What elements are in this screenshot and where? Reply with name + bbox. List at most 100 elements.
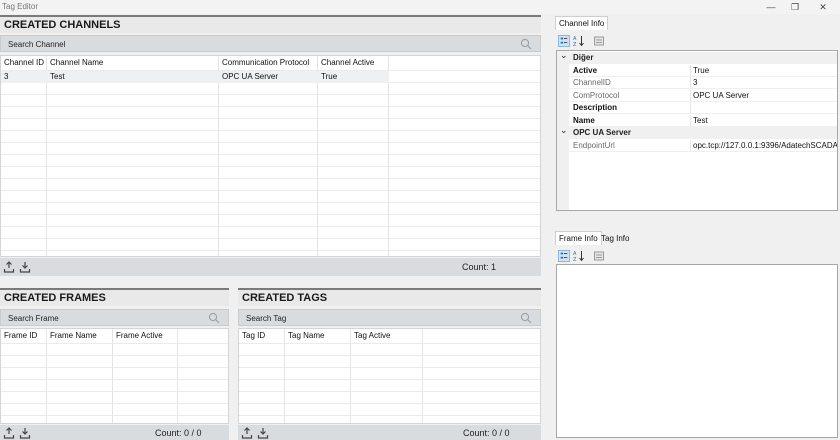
property-toolbar-lower: AZ <box>557 249 617 263</box>
channel-search-input[interactable]: Search Channel <box>0 35 541 52</box>
column-header[interactable]: Tag ID <box>239 329 285 343</box>
close-button[interactable]: ✕ <box>806 0 840 14</box>
property-row[interactable]: EndpointUrl opc.tcp://127.0.0.1:9396/Adat… <box>557 139 837 152</box>
import-icon[interactable] <box>19 427 31 439</box>
property-row[interactable]: Name Test <box>557 114 837 127</box>
tab-tag-info[interactable]: Tag Info <box>598 232 632 246</box>
sort-az-icon[interactable]: AZ <box>573 35 585 47</box>
frame-property-grid[interactable] <box>556 264 838 438</box>
tag-search-label: Search Tag <box>246 314 287 323</box>
property-value[interactable]: Test <box>693 115 837 127</box>
row-divider <box>239 367 540 368</box>
channels-section-title: CREATED CHANNELS <box>0 15 541 33</box>
tags-section-title: CREATED TAGS <box>238 288 541 306</box>
row-divider <box>239 403 540 404</box>
column-header[interactable]: Channel ID <box>1 56 47 70</box>
tags-grid[interactable]: Tag ID Tag Name Tag Active <box>238 328 541 424</box>
property-pages-icon[interactable] <box>593 35 605 47</box>
column-header[interactable]: Tag Active <box>351 329 423 343</box>
row-divider <box>239 355 540 356</box>
row-divider <box>1 355 228 356</box>
property-divider <box>690 64 691 76</box>
property-row[interactable]: Active True <box>557 64 837 77</box>
property-category-label: Diğer <box>573 53 594 62</box>
column-header[interactable]: Frame ID <box>1 329 47 343</box>
channels-grid[interactable]: Channel ID Channel Name Communication Prot… <box>0 55 541 257</box>
property-divider <box>690 89 691 101</box>
property-row[interactable]: ChannelID 3 <box>557 77 837 89</box>
row-divider <box>1 94 540 95</box>
property-category-label: OPC UA Server <box>573 128 631 137</box>
column-header[interactable]: Communication Protocol <box>219 56 318 70</box>
import-icon[interactable] <box>19 261 31 273</box>
import-icon[interactable] <box>257 427 269 439</box>
row-divider <box>1 178 540 179</box>
property-value[interactable]: 3 <box>693 77 837 89</box>
row-divider <box>1 214 540 215</box>
property-row[interactable]: Description <box>557 102 837 114</box>
frames-grid[interactable]: Frame ID Frame Name Frame Active <box>0 328 229 424</box>
tags-count: Count: 0 / 0 <box>463 428 510 438</box>
row-divider <box>1 379 228 380</box>
export-icon[interactable] <box>3 427 15 439</box>
svg-text:Z: Z <box>573 257 577 262</box>
column-header[interactable]: Tag Name <box>285 329 351 343</box>
categorized-icon[interactable] <box>558 250 570 262</box>
svg-text:Z: Z <box>573 42 577 47</box>
row-divider <box>1 415 228 416</box>
title-bar: Tag Editor — ❐ ✕ <box>0 0 840 14</box>
channels-footer: Count: 1 <box>0 258 541 276</box>
property-category[interactable]: ⌄ Diğer <box>557 51 837 64</box>
row-divider <box>1 142 540 143</box>
search-icon[interactable] <box>520 312 532 324</box>
chevron-down-icon[interactable]: ⌄ <box>560 124 568 136</box>
chevron-down-icon[interactable]: ⌄ <box>560 51 568 61</box>
channel-property-grid[interactable]: ⌄ Diğer Active True ChannelID 3 ComProtocol OPC… <box>556 50 838 211</box>
channels-count: Count: 1 <box>462 262 497 272</box>
frame-search-label: Search Frame <box>8 314 59 323</box>
categorized-icon[interactable] <box>558 35 570 47</box>
row-divider <box>1 130 540 131</box>
row-divider <box>239 379 540 380</box>
export-icon[interactable] <box>241 427 253 439</box>
tab-frame-info[interactable]: Frame Info <box>555 231 602 245</box>
column-header[interactable]: Frame Active <box>113 329 178 343</box>
property-key: EndpointUrl <box>573 140 615 150</box>
row-divider <box>1 166 540 167</box>
tags-footer: Count: 0 / 0 <box>238 425 541 440</box>
property-key: ComProtocol <box>573 90 620 100</box>
property-value[interactable]: OPC UA Server <box>693 90 837 102</box>
table-cell: 3 <box>4 72 9 81</box>
property-category[interactable]: ⌄ OPC UA Server <box>557 124 837 139</box>
property-row[interactable]: ComProtocol OPC UA Server <box>557 89 837 102</box>
export-icon[interactable] <box>3 261 15 273</box>
row-divider <box>239 391 540 392</box>
row-divider <box>239 343 540 344</box>
tag-search-input[interactable]: Search Tag <box>238 309 541 326</box>
property-divider <box>690 139 691 151</box>
table-cell: Test <box>50 72 65 81</box>
row-divider <box>1 226 540 227</box>
sort-az-icon[interactable]: AZ <box>573 250 585 262</box>
column-header[interactable]: Frame Name <box>47 329 113 343</box>
frames-footer: Count: 0 / 0 <box>0 425 229 440</box>
property-pages-icon[interactable] <box>593 250 605 262</box>
channel-search-label: Search Channel <box>8 40 66 49</box>
row-divider <box>1 343 228 344</box>
property-value[interactable]: True <box>693 65 837 77</box>
column-header[interactable]: Channel Active <box>318 56 389 70</box>
row-divider <box>1 154 540 155</box>
frames-count: Count: 0 / 0 <box>155 428 202 438</box>
property-value[interactable]: opc.tcp://127.0.0.1:9396/AdatechSCADA <box>693 140 837 152</box>
column-header[interactable]: Channel Name <box>47 56 219 70</box>
row-divider <box>1 106 540 107</box>
row-divider <box>1 118 540 119</box>
property-key: Active <box>573 65 598 75</box>
frame-search-input[interactable]: Search Frame <box>0 309 229 326</box>
property-toolbar: AZ <box>557 34 617 48</box>
tab-channel-info[interactable]: Channel Info <box>555 16 609 30</box>
row-divider <box>239 415 540 416</box>
search-icon[interactable] <box>208 312 220 324</box>
property-key: Name <box>573 115 595 125</box>
search-icon[interactable] <box>520 38 532 50</box>
